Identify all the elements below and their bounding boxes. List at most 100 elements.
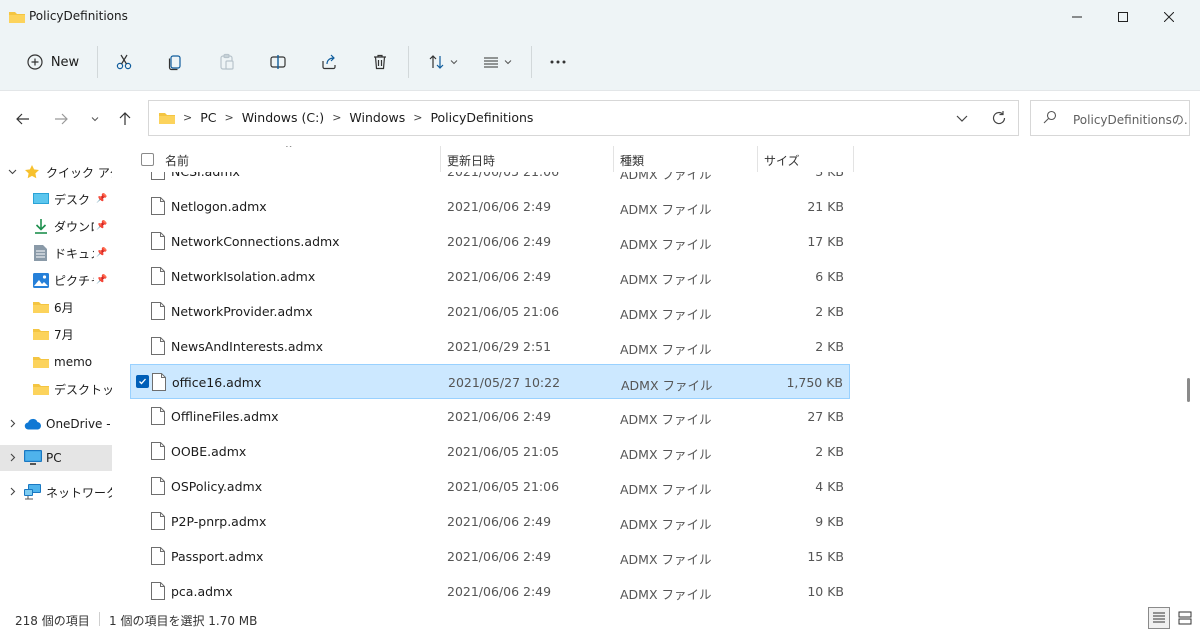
- sidebar-item-desktop[interactable]: デスクトップ 📌: [0, 186, 112, 212]
- breadcrumb-windows[interactable]: Windows: [349, 110, 405, 125]
- sidebar-item-network[interactable]: ネットワーク: [0, 479, 112, 505]
- column-divider[interactable]: [440, 146, 441, 172]
- view-button[interactable]: [478, 46, 516, 78]
- breadcrumb-drive-c[interactable]: Windows (C:): [242, 110, 324, 125]
- sidebar-item-quick-access[interactable]: クイック アクセス: [0, 159, 112, 185]
- status-bar: 218 個の項目 1 個の項目を選択 1.70 MB: [0, 604, 1200, 632]
- paste-button[interactable]: [213, 46, 241, 78]
- column-header-date[interactable]: 更新日時: [447, 152, 495, 169]
- delete-button[interactable]: [366, 46, 394, 78]
- sidebar-item-downloads[interactable]: ダウンロード 📌: [0, 213, 112, 239]
- close-button[interactable]: [1146, 0, 1192, 34]
- forward-button[interactable]: [51, 109, 71, 129]
- sort-ascending-icon: ^: [285, 146, 293, 154]
- breadcrumb-policydefinitions[interactable]: PolicyDefinitions: [430, 110, 533, 125]
- table-row[interactable]: OOBE.admx 2021/06/05 21:05 ADMX ファイル 2 KB: [130, 434, 850, 469]
- table-row[interactable]: OfflineFiles.admx 2021/06/06 2:49 ADMX ファイ…: [130, 399, 850, 434]
- column-divider[interactable]: [613, 146, 614, 172]
- copy-button[interactable]: [161, 46, 189, 78]
- table-row[interactable]: Passport.admx 2021/06/06 2:49 ADMX ファイル 15 …: [130, 539, 850, 574]
- arrow-right-icon: [55, 113, 68, 125]
- table-row[interactable]: NewsAndInterests.admx 2021/06/29 2:51 ADMX…: [130, 329, 850, 364]
- cut-button[interactable]: [110, 46, 138, 78]
- file-size: 1,750 KB: [786, 375, 843, 390]
- file-type: ADMX ファイル: [620, 517, 712, 532]
- file-icon: [151, 442, 165, 463]
- table-row[interactable]: NetworkProvider.admx 2021/06/05 21:06 ADMX…: [130, 294, 850, 329]
- sort-button[interactable]: [424, 46, 462, 78]
- sidebar-item-pictures[interactable]: ピクチャ 📌: [0, 267, 112, 293]
- table-row[interactable]: Netlogon.admx 2021/06/06 2:49 ADMX ファイル 21 …: [130, 189, 850, 224]
- toolbar-divider: [408, 46, 409, 78]
- details-view-icon: [1153, 612, 1165, 623]
- table-row[interactable]: NetworkIsolation.admx 2021/06/06 2:49 ADMX…: [130, 259, 850, 294]
- row-checkbox[interactable]: [136, 375, 149, 388]
- table-row[interactable]: P2P-pnrp.admx 2021/06/06 2:49 ADMX ファイル 9 K…: [130, 504, 850, 539]
- minimize-button[interactable]: [1054, 0, 1100, 34]
- chevron-right-icon[interactable]: [6, 451, 18, 465]
- sidebar-item-label: ピクチャ: [54, 273, 94, 288]
- sidebar-item-label: ドキュメント: [54, 246, 94, 261]
- chevron-down-icon[interactable]: [6, 165, 18, 179]
- more-options-button[interactable]: [544, 46, 572, 78]
- column-header-name[interactable]: 名前: [165, 152, 189, 169]
- share-button[interactable]: [315, 46, 343, 78]
- sidebar-item-documents[interactable]: ドキュメント 📌: [0, 240, 112, 266]
- pin-icon: 📌: [96, 221, 108, 231]
- file-size: 4 KB: [815, 479, 844, 494]
- table-row[interactable]: office16.admx 2021/05/27 10:22 ADMX ファイル 1,…: [130, 364, 850, 399]
- chevron-right-icon[interactable]: [6, 485, 18, 499]
- file-date: 2021/06/06 2:49: [447, 234, 552, 249]
- file-name: NetworkIsolation.admx: [171, 269, 316, 284]
- back-button[interactable]: [13, 109, 33, 129]
- copy-icon: [168, 55, 181, 71]
- sidebar-item-june[interactable]: 6月: [0, 294, 112, 320]
- search-input[interactable]: PolicyDefinitionsの...: [1030, 100, 1190, 136]
- file-date: 2021/05/27 10:22: [448, 375, 561, 390]
- item-count: 218 個の項目: [15, 614, 90, 628]
- details-view-button[interactable]: [1148, 607, 1170, 629]
- new-button[interactable]: New: [18, 46, 88, 78]
- file-name: NetworkProvider.admx: [171, 304, 313, 319]
- column-header-size[interactable]: サイズ: [764, 152, 800, 169]
- column-divider[interactable]: [757, 146, 758, 172]
- address-history-button[interactable]: [955, 111, 969, 128]
- file-size: 15 KB: [807, 549, 844, 564]
- breadcrumb-pc[interactable]: PC: [200, 110, 216, 125]
- chevron-right-icon[interactable]: [6, 417, 18, 431]
- select-all-checkbox[interactable]: [141, 153, 154, 166]
- pin-icon: 📌: [96, 248, 108, 258]
- maximize-button[interactable]: [1100, 0, 1146, 34]
- download-icon: [34, 218, 48, 234]
- search-icon: [1043, 110, 1057, 124]
- navigation-pane: クイック アクセス デスクトップ 📌 ダウンロード 📌 ドキュメント 📌 ピクチ…: [0, 146, 112, 604]
- column-header-type[interactable]: 種類: [620, 152, 644, 169]
- column-divider[interactable]: [853, 146, 854, 172]
- folder-icon: [9, 10, 25, 27]
- file-name: OfflineFiles.admx: [171, 409, 279, 424]
- rename-button[interactable]: [264, 46, 292, 78]
- refresh-button[interactable]: [991, 110, 1007, 129]
- file-name: OSPolicy.admx: [171, 479, 263, 494]
- vertical-scrollbar[interactable]: [1187, 378, 1190, 402]
- file-date: 2021/06/29 2:51: [447, 339, 552, 354]
- breadcrumb-separator-icon: >: [413, 111, 423, 124]
- up-button[interactable]: [115, 109, 135, 129]
- table-row[interactable]: pca.admx 2021/06/06 2:49 ADMX ファイル 10 KB: [130, 574, 850, 604]
- address-bar[interactable]: > PC > Windows (C:) > Windows > PolicyDe…: [148, 100, 1019, 136]
- sidebar-item-july[interactable]: 7月: [0, 321, 112, 347]
- sidebar-item-memo[interactable]: memo: [0, 349, 112, 375]
- sidebar-item-desktop-folder[interactable]: デスクトップ: [0, 376, 112, 402]
- folder-icon: [33, 382, 49, 396]
- tiles-view-button[interactable]: [1174, 607, 1196, 629]
- search-placeholder: PolicyDefinitionsの...: [1073, 113, 1190, 127]
- file-icon: [151, 407, 165, 428]
- recent-locations-button[interactable]: [85, 109, 105, 129]
- table-row[interactable]: OSPolicy.admx 2021/06/05 21:06 ADMX ファイル 4 …: [130, 469, 850, 504]
- table-row[interactable]: NetworkConnections.admx 2021/06/06 2:49 AD…: [130, 224, 850, 259]
- file-icon: [151, 477, 165, 498]
- sidebar-item-onedrive[interactable]: OneDrive - Personal: [0, 411, 112, 437]
- paste-icon: [220, 53, 234, 70]
- sidebar-item-pc[interactable]: PC: [0, 445, 112, 471]
- arrow-left-icon: [16, 113, 29, 125]
